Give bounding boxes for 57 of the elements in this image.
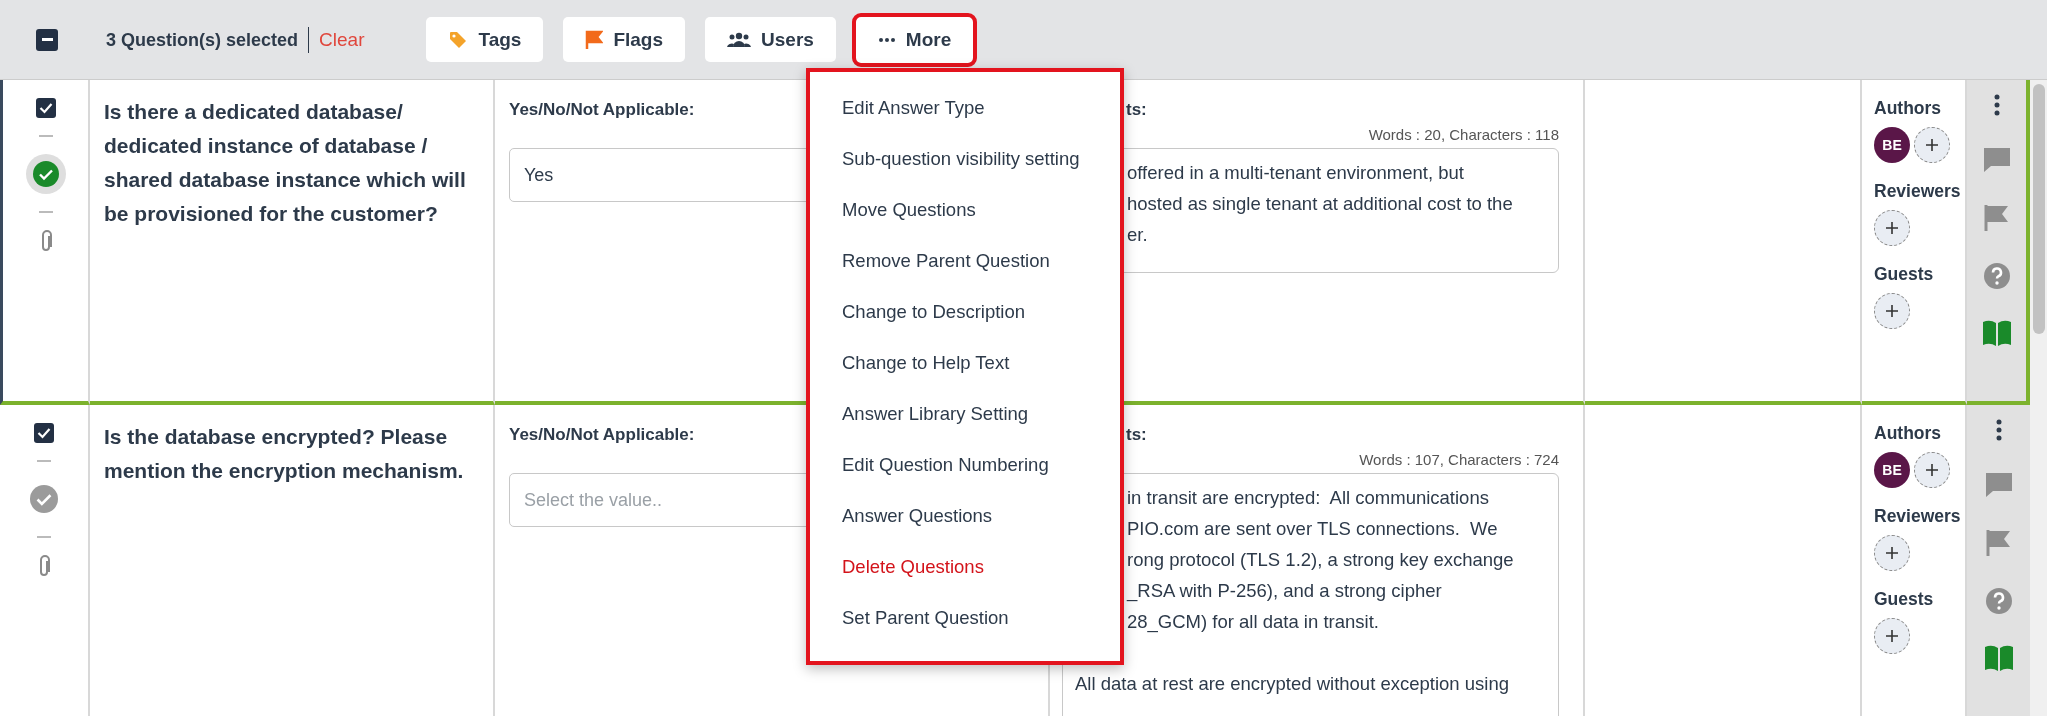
deselect-checkbox[interactable] [36, 28, 58, 51]
plus-icon [1885, 629, 1899, 643]
flag-icon [1983, 204, 2010, 232]
role-label: Authors [1874, 98, 1943, 119]
paperclip-icon [37, 555, 51, 579]
plus-icon [1885, 546, 1899, 560]
add-user-button[interactable] [1914, 127, 1950, 163]
role-label: Guests [1874, 264, 1935, 285]
role-label: Reviewers [1874, 181, 1962, 202]
book-icon [1983, 645, 2014, 671]
add-user-button[interactable] [1874, 210, 1910, 246]
answer-label: Yes/No/Not Applicable: [509, 100, 695, 120]
question-text: Is the database encrypted? Please mention the encryption mechanism. [90, 405, 495, 716]
check-icon [37, 427, 51, 439]
more-icon [877, 36, 896, 43]
answer-label: Yes/No/Not Applicable: [509, 425, 695, 445]
help-icon [1984, 587, 2013, 615]
flag-icon [1985, 529, 2012, 557]
scrollbar-thumb[interactable] [2032, 84, 2045, 334]
word-counter: Words : 20, Characters : 118 [1367, 126, 1559, 143]
plus-icon [1885, 221, 1899, 235]
flag-icon [585, 29, 604, 50]
add-user-button[interactable] [1874, 535, 1910, 571]
row-checkbox[interactable] [34, 423, 54, 443]
role-label: Authors [1874, 423, 1943, 444]
add-user-button[interactable] [1874, 618, 1910, 654]
book-icon [1981, 320, 2012, 346]
plus-icon [1885, 304, 1899, 318]
comment-icon [1982, 146, 2011, 174]
row-checkbox[interactable] [35, 98, 56, 118]
help-icon [1982, 262, 2011, 290]
selection-count: 3 Question(s) selected [106, 26, 310, 53]
role-label: Reviewers [1874, 506, 1962, 527]
add-user-button[interactable] [1914, 452, 1950, 488]
flags-button[interactable]: Flags [563, 17, 686, 62]
users-button[interactable]: Users [705, 17, 836, 62]
user-avatar[interactable]: BE [1874, 452, 1910, 488]
check-icon [38, 102, 53, 114]
menu-item[interactable]: Change to Description [810, 286, 1120, 337]
comments-label: ts: [1125, 425, 1148, 445]
add-user-button[interactable] [1874, 293, 1910, 329]
menu-item[interactable]: Change to Help Text [810, 337, 1120, 388]
menu-item[interactable]: Edit Answer Type [810, 82, 1120, 133]
kebab-menu-icon [1993, 94, 2000, 116]
users-icon [727, 31, 752, 48]
tag-icon [448, 29, 469, 50]
tags-button[interactable]: Tags [426, 17, 544, 62]
word-counter: Words : 107, Characters : 724 [1358, 451, 1559, 468]
kebab-menu-icon [1995, 419, 2002, 441]
role-label: Guests [1874, 589, 1935, 610]
comment-icon [1984, 471, 2013, 499]
question-text: Is there a dedicated database/ dedicated instance of database / shared database instance which will be provisioned for the customer? [90, 80, 495, 405]
plus-icon [1925, 138, 1939, 152]
menu-item[interactable]: Answer Library Setting [810, 388, 1120, 439]
user-avatar[interactable]: BE [1874, 127, 1910, 163]
plus-icon [1925, 463, 1939, 477]
comments-label: ts: [1125, 100, 1148, 120]
